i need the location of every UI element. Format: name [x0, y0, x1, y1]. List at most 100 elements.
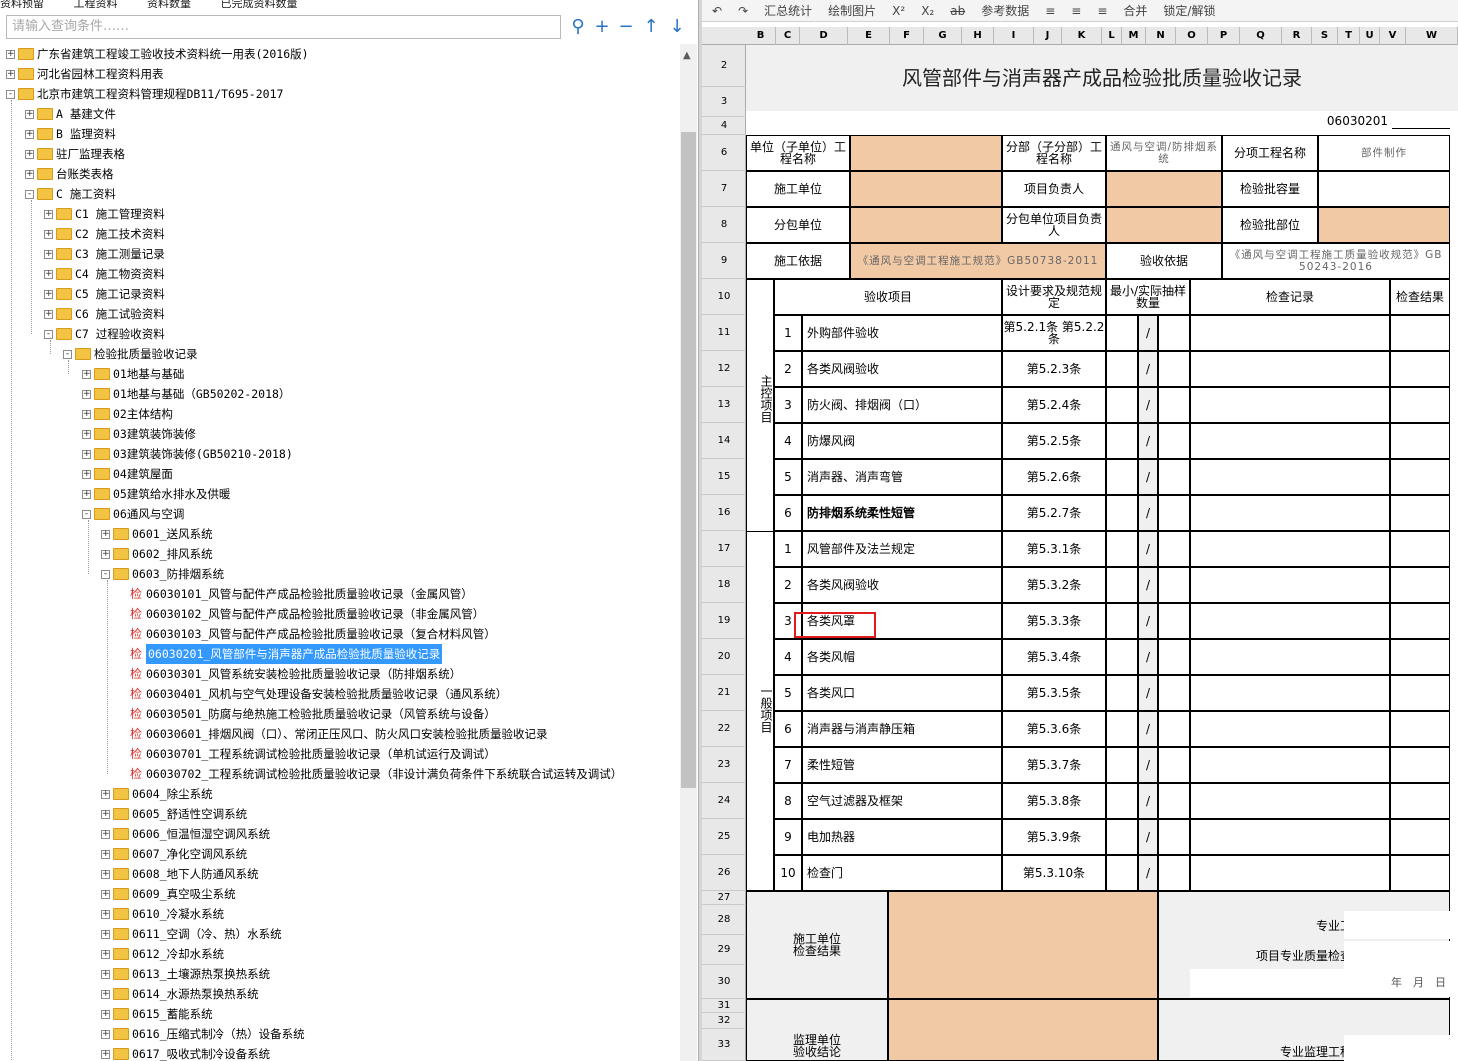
- sample-slash[interactable]: /: [1138, 387, 1158, 423]
- check-result[interactable]: [1390, 423, 1450, 459]
- column-header-cell[interactable]: F: [890, 27, 924, 45]
- tree-folder-item[interactable]: + A 基建文件: [25, 104, 116, 124]
- item-number[interactable]: 1: [774, 315, 802, 351]
- row-number[interactable]: 16: [702, 495, 746, 531]
- check-record[interactable]: [1190, 603, 1390, 639]
- strike-icon[interactable]: ab: [950, 4, 965, 18]
- tree-folder-item[interactable]: + C6 施工试验资料: [44, 304, 165, 324]
- item-clause[interactable]: 第5.3.4条: [1002, 639, 1106, 675]
- row-number[interactable]: 12: [702, 351, 746, 387]
- tree-folder-item[interactable]: +03建筑装饰装修(GB50210-2018): [82, 444, 293, 464]
- sub-manager-label[interactable]: 分包单位项目负责人: [1002, 207, 1106, 243]
- item-clause[interactable]: 第5.3.2条: [1002, 567, 1106, 603]
- project-manager-label[interactable]: 项目负责人: [1002, 171, 1106, 207]
- draw-image-button[interactable]: 绘制图片: [828, 2, 876, 19]
- item-clause[interactable]: 第5.2.1条 第5.2.2条: [1002, 315, 1106, 351]
- expand-icon[interactable]: +: [44, 229, 53, 239]
- expand-icon[interactable]: +: [101, 809, 110, 819]
- expand-icon[interactable]: +: [82, 389, 91, 399]
- item-clause[interactable]: 第5.3.1条: [1002, 531, 1106, 567]
- sample-actual[interactable]: [1158, 603, 1190, 639]
- row-number[interactable]: 24: [702, 783, 746, 819]
- align-center-icon[interactable]: ≡: [1071, 4, 1081, 18]
- item-clause[interactable]: 第5.3.8条: [1002, 783, 1106, 819]
- expand-icon[interactable]: +: [101, 1049, 110, 1059]
- sample-slash[interactable]: /: [1138, 495, 1158, 531]
- tree-folder-item[interactable]: +0601_送风系统: [101, 524, 213, 544]
- check-record[interactable]: [1190, 747, 1390, 783]
- tree-doc-item[interactable]: 检 06030702_工程系统调试检验批质量验收记录（非设计满负荷条件下系统联合试…: [130, 764, 622, 784]
- sample-actual[interactable]: [1158, 675, 1190, 711]
- column-header-cell[interactable]: K: [1062, 27, 1102, 45]
- sample-slash[interactable]: /: [1138, 351, 1158, 387]
- expand-icon[interactable]: +: [44, 309, 53, 319]
- sample-actual[interactable]: [1158, 315, 1190, 351]
- column-header-cell[interactable]: B: [746, 27, 776, 45]
- tree-folder-item[interactable]: +04建筑屋面: [82, 464, 173, 484]
- check-record[interactable]: [1190, 567, 1390, 603]
- ref-data-button[interactable]: 参考数据: [981, 2, 1029, 19]
- supervisor-field[interactable]: [1344, 1035, 1450, 1061]
- item-clause[interactable]: 第5.2.7条: [1002, 495, 1106, 531]
- sample-actual[interactable]: [1158, 783, 1190, 819]
- tree-folder-item[interactable]: - C 施工资料: [25, 184, 116, 204]
- expand-icon[interactable]: +: [82, 409, 91, 419]
- row-number[interactable]: 11: [702, 315, 746, 351]
- tree-folder-item[interactable]: + C5 施工记录资料: [44, 284, 165, 304]
- expand-icon[interactable]: +: [101, 789, 110, 799]
- check-result[interactable]: [1390, 855, 1450, 891]
- item-clause[interactable]: 第5.2.6条: [1002, 459, 1106, 495]
- item-number[interactable]: 1: [774, 531, 802, 567]
- sample-min[interactable]: [1106, 783, 1138, 819]
- item-clause[interactable]: 第5.2.3条: [1002, 351, 1106, 387]
- superscript-icon[interactable]: X²: [892, 4, 905, 18]
- header-min[interactable]: 最小/实际抽样数量: [1106, 279, 1190, 315]
- sample-min[interactable]: [1106, 495, 1138, 531]
- column-header-cell[interactable]: L: [1102, 27, 1122, 45]
- subcontract-label[interactable]: 分包单位: [746, 207, 850, 243]
- check-result[interactable]: [1390, 315, 1450, 351]
- sample-slash[interactable]: /: [1138, 531, 1158, 567]
- tree-folder-item[interactable]: + C2 施工技术资料: [44, 224, 165, 244]
- tree-doc-item[interactable]: 检 06030501_防腐与绝热施工检验批质量验收记录（风管系统与设备）: [130, 704, 496, 724]
- header-item[interactable]: 验收项目: [774, 279, 1002, 315]
- sub-value[interactable]: 通风与空调/防排烟系统: [1106, 135, 1222, 171]
- item-name[interactable]: 外购部件验收: [802, 315, 1002, 351]
- tree-folder-item[interactable]: +0606_恒温恒湿空调风系统: [101, 824, 270, 844]
- item-name[interactable]: 电加热器: [802, 819, 1002, 855]
- tree-folder-item[interactable]: +0605_舒适性空调系统: [101, 804, 247, 824]
- unit-name-label[interactable]: 单位（子单位）工程名称: [746, 135, 850, 171]
- search-input[interactable]: 请输入查询条件……: [6, 15, 561, 39]
- column-header-cell[interactable]: R: [1282, 27, 1312, 45]
- sample-actual[interactable]: [1158, 495, 1190, 531]
- expand-icon[interactable]: +: [82, 489, 91, 499]
- sample-actual[interactable]: [1158, 423, 1190, 459]
- row-number[interactable]: 30: [702, 965, 746, 999]
- sample-min[interactable]: [1106, 315, 1138, 351]
- item-clause[interactable]: 第5.3.9条: [1002, 819, 1106, 855]
- supervisor-result-label[interactable]: 监理单位验收结论: [746, 999, 888, 1061]
- tree-doc-item[interactable]: 检 06030601_排烟风阀（口）、常闭正压风口、防火风口安装检验批质量验收记录: [130, 724, 548, 744]
- collapse-icon[interactable]: -: [101, 569, 110, 579]
- column-header-cell[interactable]: N: [1146, 27, 1176, 45]
- check-record[interactable]: [1190, 423, 1390, 459]
- construction-unit-label[interactable]: 施工单位: [746, 171, 850, 207]
- item-clause[interactable]: 第5.3.7条: [1002, 747, 1106, 783]
- tree-folder-item[interactable]: +05建筑给水排水及供暖: [82, 484, 230, 504]
- header-result[interactable]: 检查结果: [1390, 279, 1450, 315]
- tree-folder-item[interactable]: + C4 施工物资资料: [44, 264, 165, 284]
- item-name[interactable]: 防火阀、排烟阀（口）: [802, 387, 1002, 423]
- expand-icon[interactable]: +: [101, 549, 110, 559]
- check-record[interactable]: [1190, 675, 1390, 711]
- batch-location-label[interactable]: 检验批部位: [1222, 207, 1318, 243]
- batch-capacity-label[interactable]: 检验批容量: [1222, 171, 1318, 207]
- row-number[interactable]: 27: [702, 891, 746, 905]
- expand-icon[interactable]: +: [82, 449, 91, 459]
- item-clause[interactable]: 第5.3.10条: [1002, 855, 1106, 891]
- row-number[interactable]: 28: [702, 905, 746, 935]
- row-number[interactable]: 4: [702, 117, 746, 135]
- check-result[interactable]: [1390, 711, 1450, 747]
- item-number[interactable]: 10: [774, 855, 802, 891]
- basis-value[interactable]: 《通风与空调工程施工规范》GB50738-2011: [850, 243, 1106, 279]
- tree-folder-item[interactable]: - 0603_防排烟系统: [101, 564, 224, 584]
